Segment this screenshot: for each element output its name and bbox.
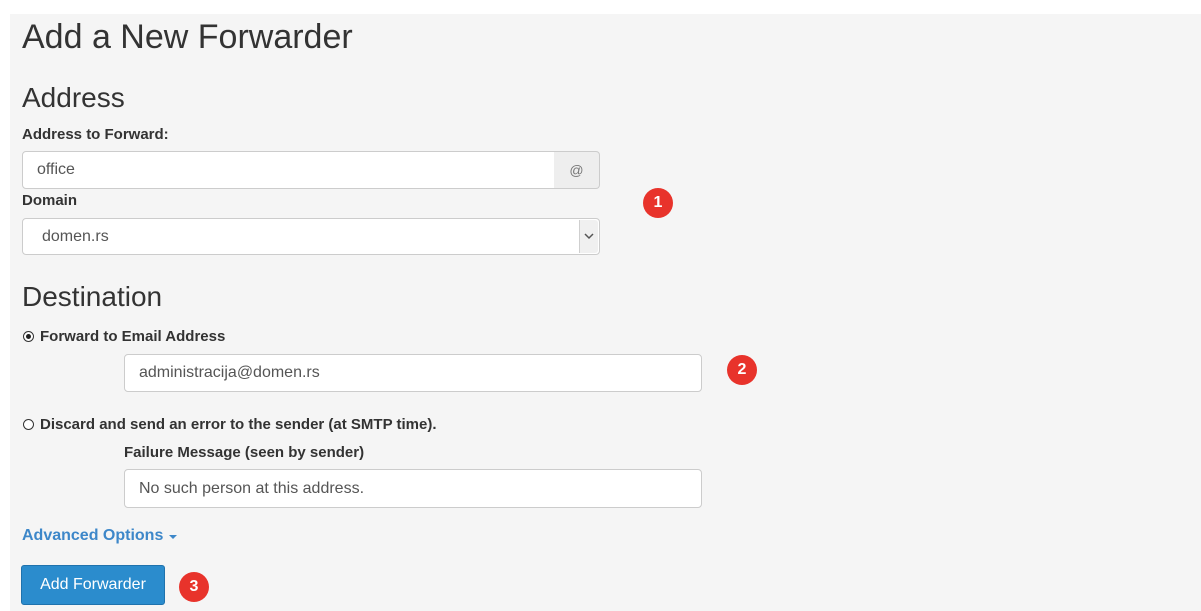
chevron-down-icon-glyph: [584, 233, 594, 240]
failure-message-label: Failure Message (seen by sender): [124, 444, 365, 461]
address-heading: Address: [22, 82, 125, 113]
add-forwarder-label: Add Forwarder: [40, 576, 146, 593]
destination-heading: Destination: [22, 281, 163, 312]
address-to-forward-value: office: [37, 161, 75, 178]
domain-label: Domain: [22, 192, 78, 209]
add-forwarder-button[interactable]: Add Forwarder: [21, 565, 165, 605]
annotation-badge-2: 2: [727, 355, 757, 385]
form-panel: [10, 14, 1201, 611]
failure-message-value: No such person at this address.: [139, 479, 365, 497]
domain-selected-value: domen.rs: [42, 227, 109, 245]
annotation-badge-2-number: 2: [737, 361, 747, 378]
forward-email-input[interactable]: administracija@domen.rs: [124, 354, 702, 392]
domain-select[interactable]: domen.rs: [22, 218, 600, 255]
page-title: Add a New Forwarder: [22, 18, 353, 56]
discard-option-label[interactable]: Discard and send an error to the sender …: [40, 416, 436, 433]
forward-email-radio[interactable]: [23, 331, 34, 342]
annotation-badge-1: 1: [643, 188, 673, 218]
address-to-forward-label: Address to Forward:: [22, 126, 169, 143]
at-symbol: @: [569, 162, 584, 178]
advanced-options-toggle[interactable]: Advanced Options: [22, 527, 178, 545]
forward-email-option-label[interactable]: Forward to Email Address: [40, 328, 225, 345]
annotation-badge-3-number: 3: [189, 578, 199, 595]
annotation-badge-1-number: 1: [653, 194, 663, 211]
advanced-options-label: Advanced Options: [22, 527, 164, 544]
forward-email-value: administracija@domen.rs: [139, 364, 320, 381]
discard-radio[interactable]: [23, 419, 34, 430]
annotation-badge-3: 3: [179, 572, 209, 602]
failure-message-input[interactable]: No such person at this address.: [124, 469, 702, 508]
caret-down-icon: [169, 535, 178, 539]
at-addon: @: [554, 151, 600, 189]
chevron-down-icon[interactable]: [579, 220, 598, 253]
address-to-forward-input[interactable]: office: [22, 151, 555, 189]
